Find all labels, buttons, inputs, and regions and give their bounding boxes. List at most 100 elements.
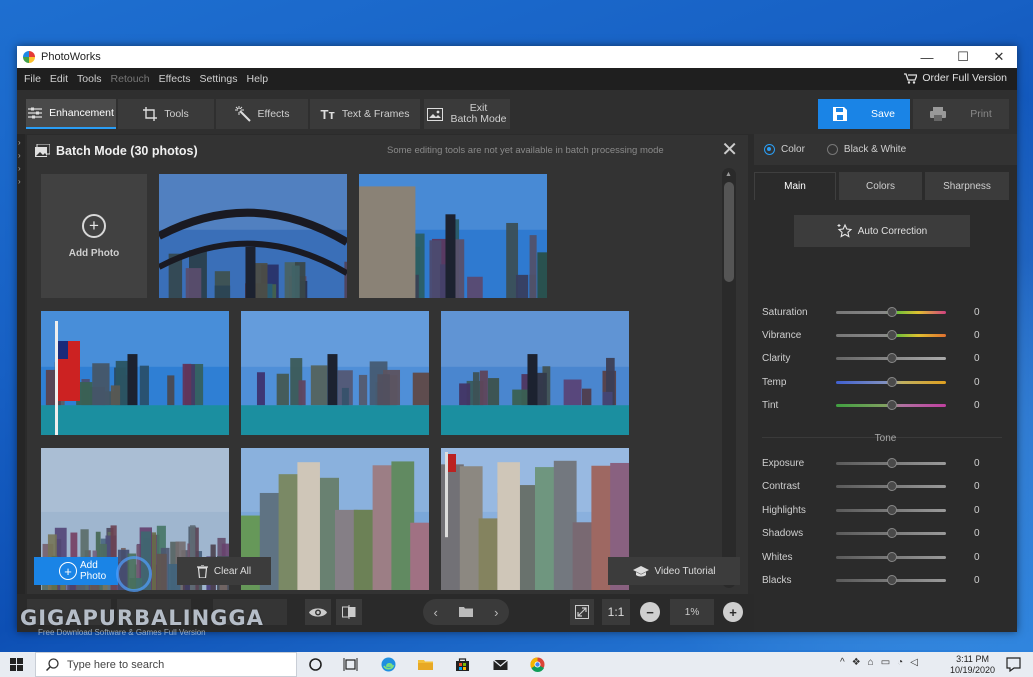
chrome-icon[interactable] — [530, 657, 545, 672]
slider-knob[interactable] — [887, 551, 897, 562]
slider-knob[interactable] — [887, 329, 897, 340]
auto-correction-button[interactable]: Auto Correction — [794, 215, 970, 247]
taskbar-search-input[interactable]: Type here to search — [35, 652, 297, 677]
windows-start-icon[interactable] — [10, 658, 23, 671]
chevron-up-icon[interactable]: ^ — [840, 657, 845, 668]
watermark-brand: GIGAPURBALINGGA — [20, 606, 264, 630]
slider-track[interactable] — [836, 527, 946, 538]
tab-main[interactable]: Main — [754, 172, 836, 200]
actual-size-button[interactable]: 1:1 — [602, 599, 630, 625]
compare-button[interactable] — [336, 599, 362, 625]
wifi-icon[interactable]: ◔ — [897, 657, 903, 668]
folder-icon[interactable] — [458, 605, 473, 620]
slider-label: Vibrance — [762, 329, 802, 341]
edge-browser-icon[interactable] — [381, 657, 396, 672]
color-radio[interactable] — [764, 144, 775, 155]
photo-thumbnail[interactable] — [41, 311, 229, 435]
tab-effects[interactable]: Effects — [216, 99, 308, 129]
minimize-button[interactable]: — — [909, 46, 945, 68]
close-button[interactable]: ✕ — [981, 46, 1017, 68]
dropbox-icon[interactable]: ❖ — [852, 657, 861, 668]
photo-thumbnail[interactable] — [359, 174, 547, 298]
battery-icon[interactable]: ▭ — [881, 657, 890, 668]
menu-tools[interactable]: Tools — [77, 73, 102, 85]
slider-knob[interactable] — [887, 399, 897, 410]
slider-track[interactable] — [836, 399, 946, 410]
zoom-level[interactable]: 1% — [670, 599, 714, 625]
slider-track[interactable] — [836, 306, 946, 317]
menu-file[interactable]: File — [24, 73, 41, 85]
grid-scrollbar[interactable]: ▲ ▼ — [722, 168, 736, 588]
add-photo-button[interactable]: + Add Photo — [34, 557, 118, 585]
mail-icon[interactable] — [493, 657, 508, 672]
slider-track[interactable] — [836, 376, 946, 387]
cart-icon — [904, 72, 918, 84]
slider-track[interactable] — [836, 574, 946, 585]
fit-screen-button[interactable] — [570, 599, 594, 625]
cortana-icon[interactable] — [308, 657, 323, 672]
slider-knob[interactable] — [887, 376, 897, 387]
video-tutorial-button[interactable]: Video Tutorial — [608, 557, 740, 585]
color-mode-selector: Color Black & White — [754, 134, 1017, 165]
zoom-out-icon[interactable]: − — [640, 602, 660, 622]
save-button[interactable]: Save — [818, 99, 910, 129]
preview-eye-button[interactable] — [305, 599, 331, 625]
close-batch-icon[interactable]: ✕ — [721, 140, 738, 160]
slider-track[interactable] — [836, 352, 946, 363]
slider-knob[interactable] — [887, 574, 897, 585]
add-photo-tile[interactable]: + Add Photo — [41, 174, 147, 298]
add-photo-tile-label: Add Photo — [68, 247, 120, 259]
slider-knob[interactable] — [887, 527, 897, 538]
store-icon[interactable] — [455, 657, 470, 672]
slider-track[interactable] — [836, 457, 946, 468]
taskbar-clock[interactable]: 3:11 PM 10/19/2020 — [950, 654, 995, 676]
tab-enhancement[interactable]: Enhancement — [26, 99, 116, 129]
slider-track[interactable] — [836, 480, 946, 491]
slider-label: Saturation — [762, 306, 808, 318]
bw-radio[interactable] — [826, 144, 838, 155]
slider-knob[interactable] — [887, 352, 897, 363]
menu-help[interactable]: Help — [247, 73, 269, 85]
slider-knob[interactable] — [887, 457, 897, 468]
chevron-right-icon[interactable]: › — [494, 605, 498, 620]
slider-track[interactable] — [836, 504, 946, 515]
menu-effects[interactable]: Effects — [159, 73, 191, 85]
slider-label: Tint — [762, 399, 779, 411]
slider-track[interactable] — [836, 329, 946, 340]
batch-panel: Batch Mode (30 photos) Some editing tool… — [27, 135, 748, 594]
chevron-left-icon[interactable]: ‹ — [434, 605, 438, 620]
photo-thumbnail[interactable] — [159, 174, 347, 298]
scroll-up-icon[interactable]: ▲ — [725, 171, 732, 178]
maximize-button[interactable]: ☐ — [945, 46, 981, 68]
tab-tools[interactable]: Tools — [118, 99, 214, 129]
slider-knob[interactable] — [887, 480, 897, 491]
slider-knob[interactable] — [887, 504, 897, 515]
plus-circle-icon: + — [82, 213, 106, 238]
slider-row-highlights: Highlights 0 — [762, 502, 1012, 518]
order-full-version-link[interactable]: Order Full Version — [904, 72, 1007, 84]
notifications-icon[interactable] — [1006, 657, 1021, 672]
tab-text-frames[interactable]: Tт Text & Frames — [310, 99, 420, 129]
slider-track[interactable] — [836, 551, 946, 562]
clock-date: 10/19/2020 — [950, 665, 996, 675]
photo-thumbnail[interactable] — [241, 311, 429, 435]
menu-settings[interactable]: Settings — [200, 73, 238, 85]
collapsed-side-strip[interactable]: › › › › — [17, 134, 25, 632]
network-icon[interactable]: ⌂ — [868, 657, 874, 668]
zoom-in-icon[interactable]: + — [723, 602, 743, 622]
menu-edit[interactable]: Edit — [50, 73, 68, 85]
exit-batch-mode-button[interactable]: Exit Batch Mode — [424, 99, 510, 129]
task-view-icon[interactable] — [343, 657, 358, 672]
chevron-right-icon: › — [18, 138, 21, 147]
tab-sharpness[interactable]: Sharpness — [925, 172, 1009, 200]
print-button[interactable]: Print — [913, 99, 1009, 129]
scrollbar-thumb[interactable] — [724, 182, 734, 282]
file-explorer-icon[interactable] — [418, 657, 433, 672]
fit-screen-icon — [575, 605, 589, 619]
tab-colors[interactable]: Colors — [839, 172, 922, 200]
clear-all-label: Clear All — [213, 565, 252, 577]
clear-all-button[interactable]: Clear All — [177, 557, 271, 585]
volume-icon[interactable]: ◁ — [910, 657, 918, 668]
photo-thumbnail[interactable] — [441, 311, 629, 435]
slider-knob[interactable] — [887, 306, 897, 317]
